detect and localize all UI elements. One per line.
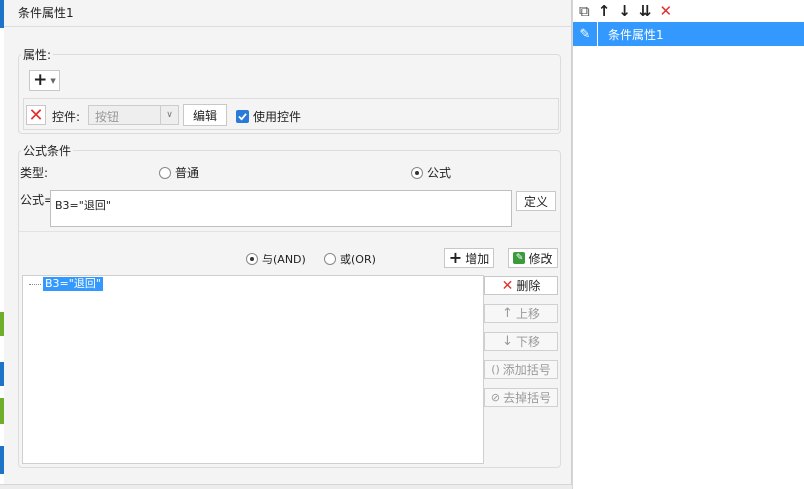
formula-label: 公式= xyxy=(20,193,55,207)
type-radio-formula[interactable]: 公式 xyxy=(411,164,451,181)
divider xyxy=(19,231,560,232)
add-property-button[interactable]: + ▼ xyxy=(29,70,60,91)
close-icon: ✕ xyxy=(501,277,514,294)
use-control-label: 使用控件 xyxy=(253,110,302,124)
formula-input[interactable]: B3="退回" xyxy=(50,190,512,227)
add-condition-label: 增加 xyxy=(465,251,490,266)
logic-option-label: 与(AND) xyxy=(262,253,306,266)
radio-selected-icon xyxy=(246,253,258,265)
arrow-down-icon[interactable]: ↓ xyxy=(618,1,631,21)
type-option-label: 普通 xyxy=(175,166,200,180)
condition-list-item-label: 条件属性1 xyxy=(608,27,664,42)
add-bracket-button[interactable]: () 添加括号 xyxy=(484,360,558,379)
condition-list-item-selected[interactable]: ✎ 条件属性1 xyxy=(573,22,804,46)
close-icon: ✕ xyxy=(28,104,44,126)
delete-icon[interactable]: ✕ xyxy=(659,1,672,21)
add-condition-button[interactable]: + 增加 xyxy=(444,248,494,268)
dialog-title: 条件属性1 xyxy=(18,6,74,20)
delete-property-button[interactable]: ✕ xyxy=(26,104,46,126)
remove-bracket-button[interactable]: ⊘ 去掉括号 xyxy=(484,388,558,407)
tree-connector xyxy=(29,284,41,285)
condition-property-dialog: 条件属性1 属性: + ▼ ✕ 控件: 按钮 ∨ 编辑 使用控件 公式条件 类型… xyxy=(4,0,572,489)
use-control-checkbox[interactable]: 使用控件 xyxy=(236,108,301,125)
type-radio-normal[interactable]: 普通 xyxy=(159,164,199,181)
type-option-label: 公式 xyxy=(427,166,452,180)
property-group-legend: 属性: xyxy=(21,46,54,63)
checkmark-icon xyxy=(236,110,249,123)
radio-icon xyxy=(324,253,336,265)
logic-radio-and[interactable]: 与(AND) xyxy=(246,251,306,267)
chevron-down-icon: ▼ xyxy=(50,76,56,85)
modify-condition-label: 修改 xyxy=(528,251,553,266)
arrow-up-icon[interactable]: ↑ xyxy=(598,1,611,21)
move-down-label: 下移 xyxy=(515,335,540,349)
divider xyxy=(4,26,572,27)
condition-list-panel: ⧉ ↑ ↓ ⇊ ✕ ✎ 条件属性1 xyxy=(572,0,804,489)
control-select[interactable]: 按钮 ∨ xyxy=(88,105,179,125)
radio-icon xyxy=(159,166,171,179)
bracket-icon: () xyxy=(491,363,500,376)
pencil-icon: ✎ xyxy=(573,22,598,46)
edit-button[interactable]: 编辑 xyxy=(183,104,227,126)
plus-icon: + xyxy=(448,248,463,267)
logic-radio-or[interactable]: 或(OR) xyxy=(324,251,376,267)
delete-label: 删除 xyxy=(516,279,541,293)
arrow-up-icon: ↑ xyxy=(502,306,513,321)
modify-condition-button[interactable]: ✎ 修改 xyxy=(508,248,558,268)
plus-icon: + xyxy=(33,70,48,90)
remove-bracket-icon: ⊘ xyxy=(490,391,501,404)
underlying-window-edge xyxy=(0,484,572,489)
formula-value: B3="退回" xyxy=(55,199,111,212)
edit-icon: ✎ xyxy=(513,252,526,264)
delete-condition-button[interactable]: ✕ 删除 xyxy=(484,276,558,295)
chevron-down-icon: ∨ xyxy=(160,106,178,124)
remove-bracket-label: 去掉括号 xyxy=(503,391,552,405)
copy-icon[interactable]: ⧉ xyxy=(579,1,590,21)
formula-group-legend: 公式条件 xyxy=(21,142,74,159)
move-up-button[interactable]: ↑ 上移 xyxy=(484,304,558,323)
radio-selected-icon xyxy=(411,166,423,179)
control-label: 控件: xyxy=(52,110,81,124)
define-button[interactable]: 定义 xyxy=(516,191,556,211)
logic-option-label: 或(OR) xyxy=(340,253,376,266)
move-bottom-icon[interactable]: ⇊ xyxy=(639,1,652,21)
arrow-down-icon: ↓ xyxy=(502,334,513,349)
control-select-value: 按钮 xyxy=(95,110,120,124)
move-down-button[interactable]: ↓ 下移 xyxy=(484,332,558,351)
tree-item-selected[interactable]: B3="退回" xyxy=(43,277,103,291)
condition-tree[interactable]: B3="退回" xyxy=(22,275,484,464)
add-bracket-label: 添加括号 xyxy=(502,363,551,377)
move-up-label: 上移 xyxy=(515,307,540,321)
type-label: 类型: xyxy=(20,166,49,180)
panel-toolbar: ⧉ ↑ ↓ ⇊ ✕ xyxy=(579,0,672,22)
